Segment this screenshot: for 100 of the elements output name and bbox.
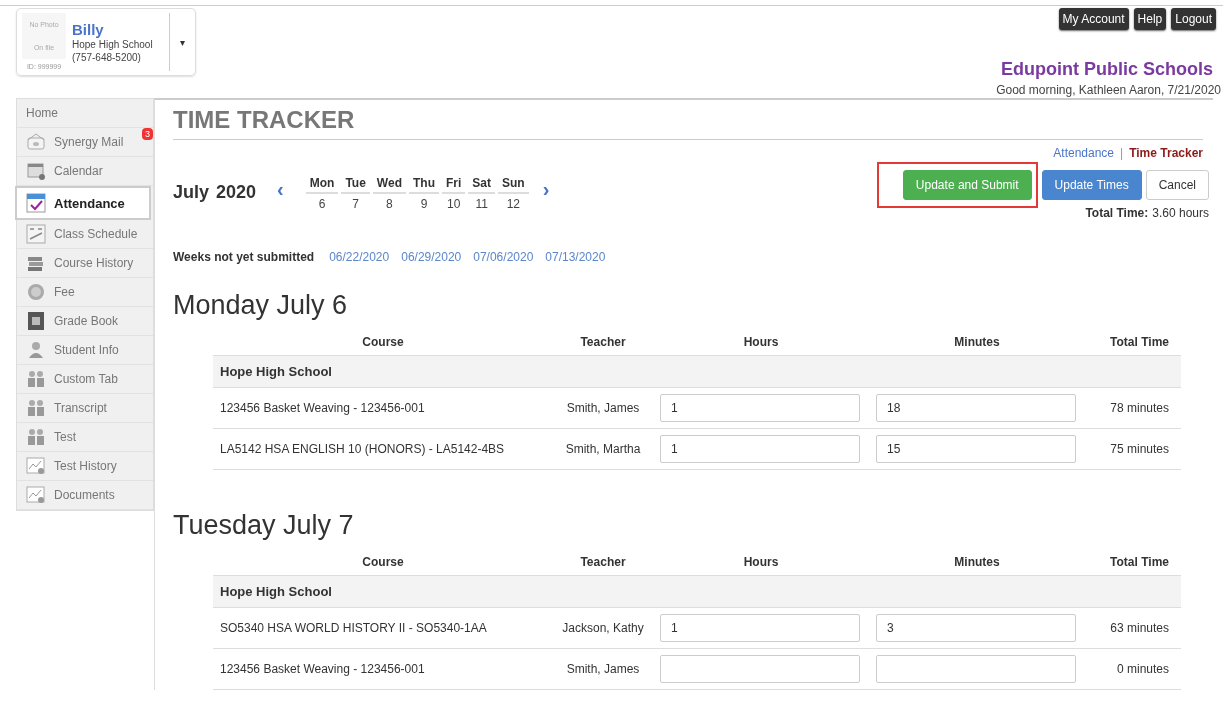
column-header: Minutes: [869, 555, 1085, 576]
sidebar-item[interactable]: Transcript: [17, 394, 153, 423]
table-cell: Smith, James: [553, 387, 653, 429]
student-name: Billy: [72, 20, 105, 38]
next-week-button[interactable]: ›: [538, 178, 554, 201]
sidebar-item[interactable]: Home: [17, 99, 153, 128]
table-cell: 123456 Basket Weaving - 123456-001: [213, 387, 553, 429]
date-label: 10: [446, 197, 461, 211]
table-cell: SO5340 HSA WORLD HISTORY II - SO5340-1AA: [213, 607, 553, 649]
weekday-label: Tue: [341, 176, 370, 194]
hours-field[interactable]: 1: [660, 614, 860, 642]
sidebar-item[interactable]: Attendance: [15, 186, 151, 220]
column-header: Hours: [653, 555, 869, 576]
sidebar-item[interactable]: Student Info: [17, 336, 153, 365]
day-heading: Monday July 6: [173, 290, 349, 321]
action-button[interactable]: Update Times: [1041, 170, 1142, 200]
weeks-label: Weeks not yet submitted: [173, 250, 315, 264]
sidebar-item[interactable]: Test History: [17, 452, 153, 481]
action-button[interactable]: Cancel: [1145, 170, 1209, 200]
checkmark-calendar-icon: [26, 193, 46, 213]
grade-book-icon: [26, 311, 46, 331]
coin-icon: [26, 282, 46, 302]
column-header: Minutes: [869, 335, 1085, 356]
week-link[interactable]: 07/06/2020: [473, 250, 534, 264]
sidebar-item[interactable]: Test: [17, 423, 153, 452]
day-heading: Tuesday July 7: [173, 510, 355, 541]
phone-number: (757-648-5200): [72, 50, 142, 64]
hours-field[interactable]: 1: [660, 435, 860, 463]
table-cell: 75 minutes: [1085, 428, 1181, 470]
weekday-label: Fri: [442, 176, 466, 194]
chart-icon: [26, 456, 46, 476]
table-cell: Smith, James: [553, 648, 653, 690]
breadcrumb-link[interactable]: Time Tracker: [1129, 146, 1203, 160]
group-row: Hope High School: [213, 575, 1181, 608]
table-cell: 63 minutes: [1085, 607, 1181, 649]
column-header: Hours: [653, 335, 869, 356]
people-icon: [26, 427, 46, 447]
date-label: 11: [475, 197, 488, 211]
person-icon: [26, 340, 46, 360]
sidebar-item[interactable]: Custom Tab: [17, 365, 153, 394]
header-button[interactable]: Logout: [1171, 8, 1216, 30]
year-label: 2020: [216, 182, 257, 203]
total-value: 3.60 hours: [1152, 206, 1209, 220]
weekday-label: Thu: [409, 176, 439, 194]
month-label: July: [173, 182, 210, 203]
column-header: Teacher: [553, 555, 653, 576]
total-label: Total Time:: [1085, 206, 1149, 220]
table-cell: Smith, Martha: [553, 428, 653, 470]
previous-week-button[interactable]: ‹: [273, 178, 288, 201]
minutes-field[interactable]: 3: [876, 614, 1076, 642]
weekday-label: Mon: [305, 176, 339, 194]
sidebar-item[interactable]: Synergy Mail 3: [17, 128, 153, 157]
minutes-field[interactable]: 18: [876, 394, 1076, 422]
sidebar-item[interactable]: Documents: [17, 481, 153, 510]
table-cell: LA5142 HSA ENGLISH 10 (HONORS) - LA5142-4BS: [213, 428, 553, 470]
table-cell: 0 minutes: [1085, 648, 1181, 690]
date-label: 7: [352, 197, 359, 211]
date-label: 6: [318, 197, 326, 211]
date-label: 12: [506, 197, 521, 211]
notification-badge: 3: [142, 128, 153, 140]
minutes-field[interactable]: 15: [876, 435, 1076, 463]
district-name: Edupoint Public Schools: [1001, 59, 1213, 80]
breadcrumb-separator: |: [1120, 146, 1124, 160]
table-cell: Jackson, Kathy: [553, 607, 653, 649]
week-link[interactable]: 07/13/2020: [545, 250, 606, 264]
dropdown-toggle[interactable]: ▾: [169, 13, 195, 71]
people-icon: [26, 369, 46, 389]
action-button[interactable]: Update and Submit: [902, 170, 1032, 200]
column-header: Total Time: [1085, 555, 1181, 576]
calendar-icon: [26, 161, 46, 181]
chart-icon: [26, 485, 46, 505]
group-row: Hope High School: [213, 355, 1181, 388]
weekday-label: Sat: [468, 176, 495, 194]
column-header: Course: [213, 555, 553, 576]
header-button[interactable]: My Account: [1058, 8, 1129, 30]
weekday-label: Sun: [498, 176, 529, 194]
week-link[interactable]: 06/29/2020: [401, 250, 462, 264]
school-name: Hope High School: [72, 38, 153, 51]
date-label: 9: [420, 197, 428, 211]
column-header: Course: [213, 335, 553, 356]
header-button[interactable]: Help: [1133, 8, 1167, 30]
weekday-label: Wed: [372, 176, 406, 194]
sidebar-item[interactable]: Course History: [17, 249, 153, 278]
greeting-text: Good morning, Kathleen Aaron, 7/21/2020: [996, 83, 1221, 97]
page-title: TIME TRACKER: [173, 106, 1203, 140]
minutes-field[interactable]: [876, 655, 1076, 683]
date-label: 8: [386, 197, 393, 211]
column-header: Total Time: [1085, 335, 1181, 356]
hours-field[interactable]: [660, 655, 860, 683]
people-icon: [26, 398, 46, 418]
breadcrumb-link[interactable]: Attendance: [1053, 146, 1115, 160]
sidebar-item[interactable]: Fee: [17, 278, 153, 307]
sidebar-item[interactable]: Grade Book: [17, 307, 153, 336]
sidebar-item[interactable]: Class Schedule: [17, 220, 153, 249]
hours-field[interactable]: 1: [660, 394, 860, 422]
column-header: Teacher: [553, 335, 653, 356]
table-cell: 78 minutes: [1085, 387, 1181, 429]
week-link[interactable]: 06/22/2020: [329, 250, 390, 264]
envelope-icon: [26, 132, 46, 152]
table-cell: 123456 Basket Weaving - 123456-001: [213, 648, 553, 690]
